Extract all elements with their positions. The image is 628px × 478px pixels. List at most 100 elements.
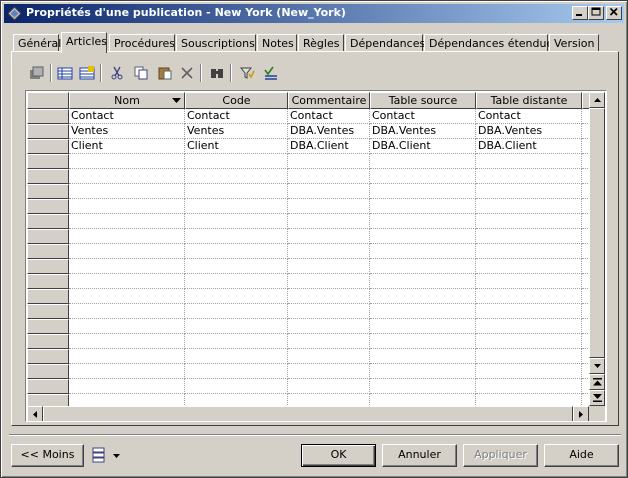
empty-grid-cell[interactable] xyxy=(370,154,476,169)
column-header-comment[interactable]: Commentaire xyxy=(288,92,370,109)
column-header-remote-table[interactable]: Table distante xyxy=(476,92,582,109)
sort-descending-icon[interactable] xyxy=(172,98,181,104)
column-header-source-table[interactable]: Table source xyxy=(370,92,476,109)
empty-grid-cell[interactable] xyxy=(185,304,288,319)
grid-cell[interactable]: DBA.Ventes xyxy=(370,124,476,139)
close-button[interactable] xyxy=(606,6,622,20)
minimize-button[interactable] xyxy=(572,6,588,20)
empty-grid-cell[interactable] xyxy=(69,154,185,169)
help-button[interactable]: Aide xyxy=(544,444,619,467)
empty-grid-cell[interactable] xyxy=(185,379,288,394)
row-header[interactable] xyxy=(27,319,69,334)
empty-grid-cell[interactable] xyxy=(185,154,288,169)
filter-button[interactable] xyxy=(236,62,258,84)
row-header[interactable] xyxy=(27,229,69,244)
empty-grid-cell[interactable] xyxy=(476,349,582,364)
row-header[interactable] xyxy=(27,169,69,184)
empty-grid-cell[interactable] xyxy=(288,274,370,289)
row-header[interactable] xyxy=(27,304,69,319)
empty-grid-cell[interactable] xyxy=(69,214,185,229)
tab-subscriptions[interactable]: Souscriptions xyxy=(176,34,256,52)
empty-grid-cell[interactable] xyxy=(370,319,476,334)
empty-grid-cell[interactable] xyxy=(69,244,185,259)
empty-grid-cell[interactable] xyxy=(69,169,185,184)
empty-grid-cell[interactable] xyxy=(185,229,288,244)
empty-grid-cell[interactable] xyxy=(370,244,476,259)
row-header[interactable] xyxy=(27,154,69,169)
empty-grid-cell[interactable] xyxy=(288,244,370,259)
empty-grid-cell[interactable] xyxy=(476,304,582,319)
empty-grid-cell[interactable] xyxy=(476,379,582,394)
grid-cell[interactable]: Contact xyxy=(370,109,476,124)
empty-grid-cell[interactable] xyxy=(476,229,582,244)
empty-grid-cell[interactable] xyxy=(370,184,476,199)
delete-button[interactable] xyxy=(176,62,198,84)
row-header[interactable] xyxy=(27,214,69,229)
grid-cell[interactable]: Client xyxy=(185,139,288,154)
empty-grid-cell[interactable] xyxy=(476,274,582,289)
customize-columns-button[interactable] xyxy=(260,62,282,84)
scroll-down-button[interactable] xyxy=(589,358,605,374)
empty-grid-cell[interactable] xyxy=(185,184,288,199)
grid-cell[interactable]: Contact xyxy=(288,109,370,124)
grid-cell[interactable]: DBA.Client xyxy=(288,139,370,154)
empty-grid-cell[interactable] xyxy=(185,364,288,379)
scroll-thumb[interactable] xyxy=(589,108,605,358)
column-header-name[interactable]: Nom xyxy=(69,92,185,109)
empty-grid-cell[interactable] xyxy=(185,259,288,274)
empty-grid-cell[interactable] xyxy=(69,184,185,199)
empty-grid-cell[interactable] xyxy=(69,319,185,334)
empty-grid-cell[interactable] xyxy=(185,289,288,304)
empty-grid-cell[interactable] xyxy=(370,214,476,229)
view-options-dropdown[interactable] xyxy=(91,447,127,465)
row-header[interactable] xyxy=(27,124,69,139)
find-button[interactable] xyxy=(206,62,228,84)
empty-grid-cell[interactable] xyxy=(288,154,370,169)
empty-grid-cell[interactable] xyxy=(476,259,582,274)
tab-rules[interactable]: Règles xyxy=(298,34,344,52)
empty-grid-cell[interactable] xyxy=(288,289,370,304)
scroll-up-button[interactable] xyxy=(589,92,605,108)
empty-grid-cell[interactable] xyxy=(185,394,288,406)
empty-grid-cell[interactable] xyxy=(288,394,370,406)
add-row-button[interactable] xyxy=(54,62,76,84)
insert-row-button[interactable] xyxy=(76,62,98,84)
empty-grid-cell[interactable] xyxy=(69,259,185,274)
empty-grid-cell[interactable] xyxy=(370,349,476,364)
grid-cell[interactable]: Client xyxy=(69,139,185,154)
cancel-button[interactable]: Annuler xyxy=(382,444,457,467)
empty-grid-cell[interactable] xyxy=(370,289,476,304)
empty-grid-cell[interactable] xyxy=(185,274,288,289)
tab-extended-dependencies[interactable]: Dépendances étendues xyxy=(424,34,559,52)
row-header[interactable] xyxy=(27,394,69,406)
grid-cell[interactable]: DBA.Client xyxy=(476,139,582,154)
empty-grid-cell[interactable] xyxy=(370,199,476,214)
empty-grid-cell[interactable] xyxy=(185,199,288,214)
empty-grid-cell[interactable] xyxy=(288,199,370,214)
maximize-button[interactable] xyxy=(588,6,604,20)
empty-grid-cell[interactable] xyxy=(69,349,185,364)
apply-button[interactable]: Appliquer xyxy=(463,444,538,467)
tab-articles[interactable]: Articles xyxy=(61,32,107,53)
empty-grid-cell[interactable] xyxy=(69,289,185,304)
empty-grid-cell[interactable] xyxy=(185,349,288,364)
copy-button[interactable] xyxy=(130,62,152,84)
row-header[interactable] xyxy=(27,244,69,259)
row-header[interactable] xyxy=(27,139,69,154)
empty-grid-cell[interactable] xyxy=(69,364,185,379)
row-header[interactable] xyxy=(27,349,69,364)
properties-button[interactable] xyxy=(26,62,48,84)
empty-grid-cell[interactable] xyxy=(288,214,370,229)
move-row-down-button[interactable] xyxy=(589,390,605,406)
empty-grid-cell[interactable] xyxy=(370,169,476,184)
empty-grid-cell[interactable] xyxy=(476,184,582,199)
empty-grid-cell[interactable] xyxy=(288,184,370,199)
grid-cell[interactable]: Contact xyxy=(476,109,582,124)
empty-grid-cell[interactable] xyxy=(370,364,476,379)
row-header[interactable] xyxy=(27,274,69,289)
empty-grid-cell[interactable] xyxy=(185,169,288,184)
tab-dependencies[interactable]: Dépendances xyxy=(345,34,425,52)
empty-grid-cell[interactable] xyxy=(69,379,185,394)
vertical-scrollbar[interactable] xyxy=(589,92,605,406)
row-header[interactable] xyxy=(27,259,69,274)
